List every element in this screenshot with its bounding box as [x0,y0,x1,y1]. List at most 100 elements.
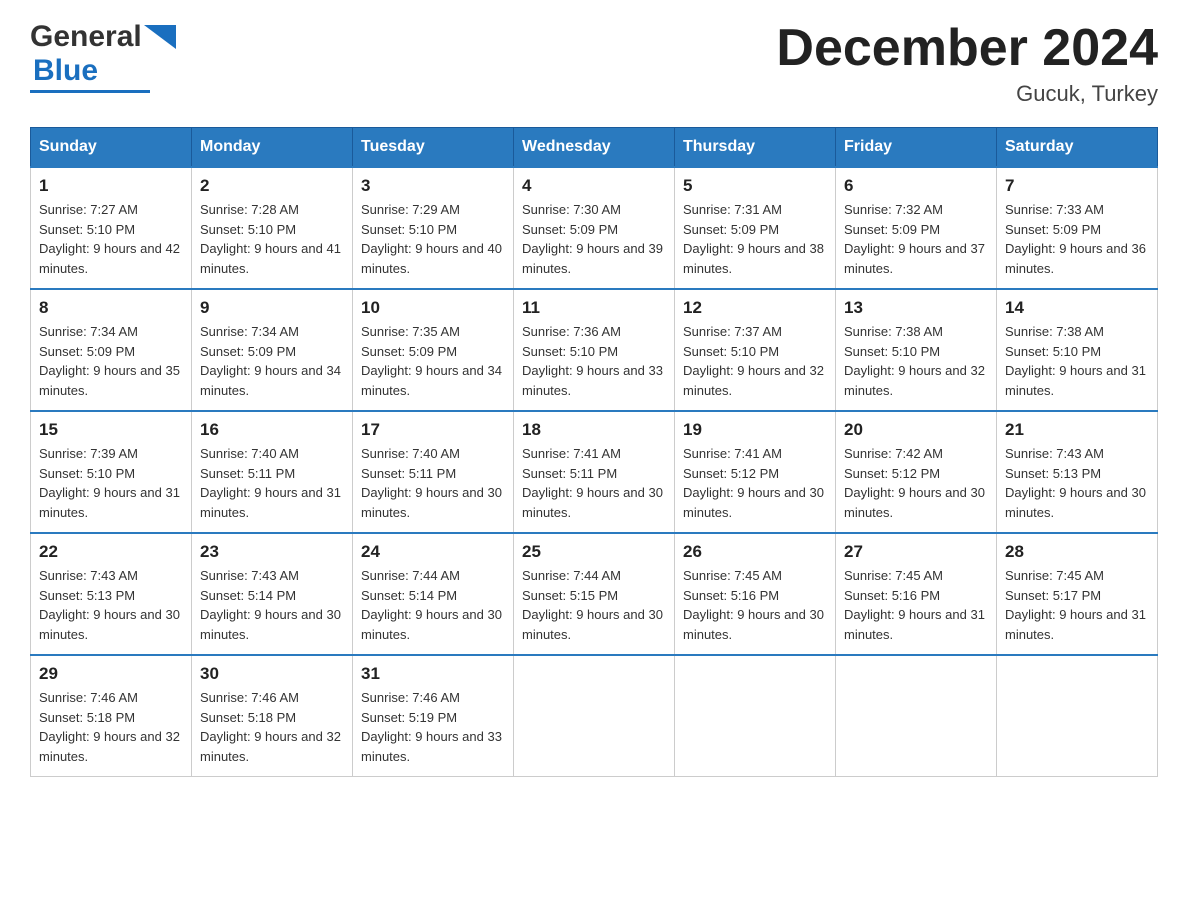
day-info: Sunrise: 7:46 AMSunset: 5:19 PMDaylight:… [361,688,505,766]
day-cell-30: 30 Sunrise: 7:46 AMSunset: 5:18 PMDayligh… [192,655,353,777]
day-cell-28: 28 Sunrise: 7:45 AMSunset: 5:17 PMDayligh… [997,533,1158,655]
day-number: 31 [361,664,505,684]
day-cell-4: 4 Sunrise: 7:30 AMSunset: 5:09 PMDaylight… [514,167,675,289]
day-info: Sunrise: 7:41 AMSunset: 5:11 PMDaylight:… [522,444,666,522]
calendar-header-row: SundayMondayTuesdayWednesdayThursdayFrid… [31,128,1158,168]
day-number: 8 [39,298,183,318]
day-number: 15 [39,420,183,440]
logo-triangle-icon [144,25,176,49]
day-info: Sunrise: 7:46 AMSunset: 5:18 PMDaylight:… [200,688,344,766]
day-cell-31: 31 Sunrise: 7:46 AMSunset: 5:19 PMDayligh… [353,655,514,777]
day-number: 12 [683,298,827,318]
day-info: Sunrise: 7:34 AMSunset: 5:09 PMDaylight:… [200,322,344,400]
day-header-friday: Friday [836,128,997,168]
day-cell-8: 8 Sunrise: 7:34 AMSunset: 5:09 PMDaylight… [31,289,192,411]
day-cell-23: 23 Sunrise: 7:43 AMSunset: 5:14 PMDayligh… [192,533,353,655]
day-number: 24 [361,542,505,562]
day-cell-29: 29 Sunrise: 7:46 AMSunset: 5:18 PMDayligh… [31,655,192,777]
day-cell-14: 14 Sunrise: 7:38 AMSunset: 5:10 PMDayligh… [997,289,1158,411]
day-number: 6 [844,176,988,196]
day-info: Sunrise: 7:30 AMSunset: 5:09 PMDaylight:… [522,200,666,278]
week-row-3: 15 Sunrise: 7:39 AMSunset: 5:10 PMDayligh… [31,411,1158,533]
day-info: Sunrise: 7:31 AMSunset: 5:09 PMDaylight:… [683,200,827,278]
day-info: Sunrise: 7:32 AMSunset: 5:09 PMDaylight:… [844,200,988,278]
calendar-table: SundayMondayTuesdayWednesdayThursdayFrid… [30,127,1158,777]
day-number: 18 [522,420,666,440]
location-text: Gucuk, Turkey [776,81,1158,107]
day-cell-27: 27 Sunrise: 7:45 AMSunset: 5:16 PMDayligh… [836,533,997,655]
title-block: December 2024 Gucuk, Turkey [776,20,1158,107]
day-cell-15: 15 Sunrise: 7:39 AMSunset: 5:10 PMDayligh… [31,411,192,533]
day-cell-1: 1 Sunrise: 7:27 AMSunset: 5:10 PMDaylight… [31,167,192,289]
empty-cell [997,655,1158,777]
day-info: Sunrise: 7:36 AMSunset: 5:10 PMDaylight:… [522,322,666,400]
week-row-2: 8 Sunrise: 7:34 AMSunset: 5:09 PMDaylight… [31,289,1158,411]
day-cell-18: 18 Sunrise: 7:41 AMSunset: 5:11 PMDayligh… [514,411,675,533]
day-info: Sunrise: 7:43 AMSunset: 5:13 PMDaylight:… [39,566,183,644]
day-cell-22: 22 Sunrise: 7:43 AMSunset: 5:13 PMDayligh… [31,533,192,655]
day-header-monday: Monday [192,128,353,168]
day-cell-3: 3Sunrise: 7:29 AMSunset: 5:10 PMDaylight… [353,167,514,289]
day-cell-24: 24Sunrise: 7:44 AMSunset: 5:14 PMDayligh… [353,533,514,655]
day-info: Sunrise: 7:45 AMSunset: 5:16 PMDaylight:… [683,566,827,644]
day-info: Sunrise: 7:43 AMSunset: 5:14 PMDaylight:… [200,566,344,644]
day-number: 23 [200,542,344,562]
day-cell-25: 25Sunrise: 7:44 AMSunset: 5:15 PMDayligh… [514,533,675,655]
day-info: Sunrise: 7:38 AMSunset: 5:10 PMDaylight:… [844,322,988,400]
day-number: 2 [200,176,344,196]
week-row-1: 1 Sunrise: 7:27 AMSunset: 5:10 PMDaylight… [31,167,1158,289]
day-info: Sunrise: 7:40 AMSunset: 5:11 PMDaylight:… [200,444,344,522]
day-info: Sunrise: 7:27 AMSunset: 5:10 PMDaylight:… [39,200,183,278]
day-info: Sunrise: 7:42 AMSunset: 5:12 PMDaylight:… [844,444,988,522]
week-row-4: 22 Sunrise: 7:43 AMSunset: 5:13 PMDayligh… [31,533,1158,655]
day-number: 26 [683,542,827,562]
day-info: Sunrise: 7:35 AMSunset: 5:09 PMDaylight:… [361,322,505,400]
day-cell-26: 26 Sunrise: 7:45 AMSunset: 5:16 PMDayligh… [675,533,836,655]
day-info: Sunrise: 7:38 AMSunset: 5:10 PMDaylight:… [1005,322,1149,400]
day-cell-19: 19 Sunrise: 7:41 AMSunset: 5:12 PMDayligh… [675,411,836,533]
day-info: Sunrise: 7:46 AMSunset: 5:18 PMDaylight:… [39,688,183,766]
day-number: 25 [522,542,666,562]
day-number: 20 [844,420,988,440]
day-number: 14 [1005,298,1149,318]
day-cell-20: 20 Sunrise: 7:42 AMSunset: 5:12 PMDayligh… [836,411,997,533]
day-number: 28 [1005,542,1149,562]
day-number: 7 [1005,176,1149,196]
logo: General Blue [30,20,176,93]
empty-cell [514,655,675,777]
day-info: Sunrise: 7:37 AMSunset: 5:10 PMDaylight:… [683,322,827,400]
day-number: 4 [522,176,666,196]
day-info: Sunrise: 7:28 AMSunset: 5:10 PMDaylight:… [200,200,344,278]
month-title: December 2024 [776,20,1158,77]
day-number: 29 [39,664,183,684]
day-cell-9: 9Sunrise: 7:34 AMSunset: 5:09 PMDaylight… [192,289,353,411]
day-info: Sunrise: 7:39 AMSunset: 5:10 PMDaylight:… [39,444,183,522]
day-cell-17: 17 Sunrise: 7:40 AMSunset: 5:11 PMDayligh… [353,411,514,533]
day-info: Sunrise: 7:29 AMSunset: 5:10 PMDaylight:… [361,200,505,278]
day-cell-13: 13Sunrise: 7:38 AMSunset: 5:10 PMDayligh… [836,289,997,411]
day-cell-7: 7Sunrise: 7:33 AMSunset: 5:09 PMDaylight… [997,167,1158,289]
day-info: Sunrise: 7:40 AMSunset: 5:11 PMDaylight:… [361,444,505,522]
day-info: Sunrise: 7:45 AMSunset: 5:17 PMDaylight:… [1005,566,1149,644]
empty-cell [675,655,836,777]
day-cell-5: 5Sunrise: 7:31 AMSunset: 5:09 PMDaylight… [675,167,836,289]
day-number: 1 [39,176,183,196]
day-info: Sunrise: 7:41 AMSunset: 5:12 PMDaylight:… [683,444,827,522]
day-info: Sunrise: 7:34 AMSunset: 5:09 PMDaylight:… [39,322,183,400]
day-header-sunday: Sunday [31,128,192,168]
logo-general-text: General [30,20,142,54]
day-cell-16: 16Sunrise: 7:40 AMSunset: 5:11 PMDayligh… [192,411,353,533]
day-number: 22 [39,542,183,562]
day-info: Sunrise: 7:45 AMSunset: 5:16 PMDaylight:… [844,566,988,644]
day-cell-6: 6 Sunrise: 7:32 AMSunset: 5:09 PMDaylight… [836,167,997,289]
day-header-tuesday: Tuesday [353,128,514,168]
page-header: General Blue December 2024 Gucuk, Turkey [30,20,1158,107]
day-number: 17 [361,420,505,440]
day-number: 30 [200,664,344,684]
day-cell-2: 2 Sunrise: 7:28 AMSunset: 5:10 PMDaylight… [192,167,353,289]
day-cell-10: 10Sunrise: 7:35 AMSunset: 5:09 PMDayligh… [353,289,514,411]
day-number: 19 [683,420,827,440]
logo-underline [30,90,150,93]
day-header-saturday: Saturday [997,128,1158,168]
day-number: 27 [844,542,988,562]
